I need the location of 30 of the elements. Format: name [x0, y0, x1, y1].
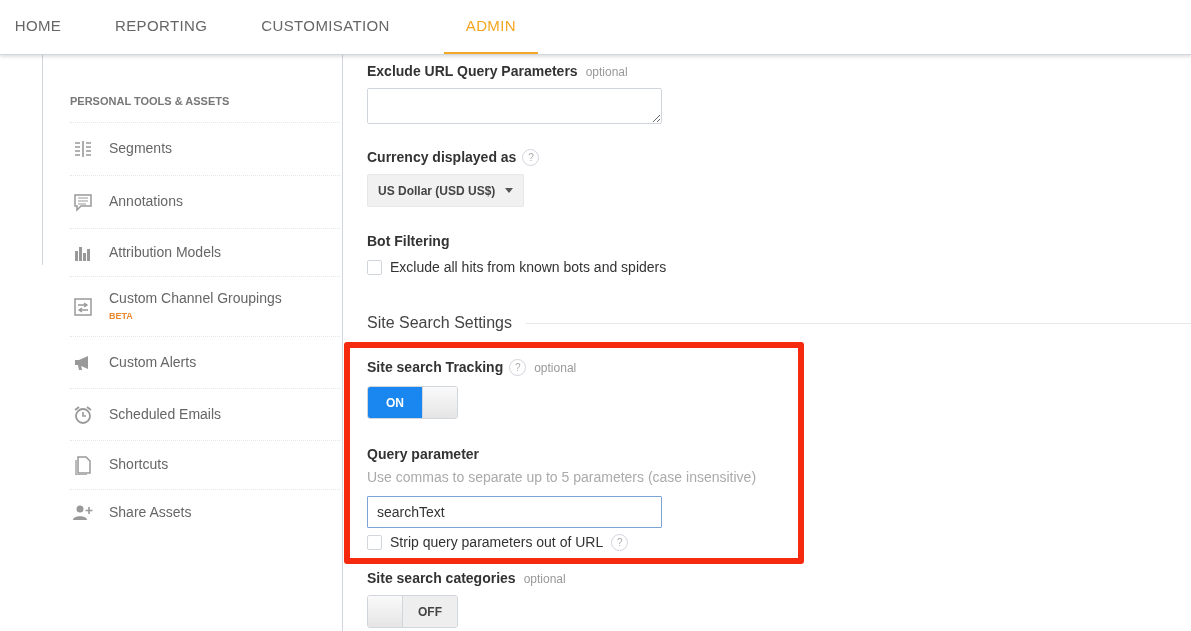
field-label: Currency displayed as	[367, 148, 517, 167]
toggle-switch[interactable]: OFF	[367, 595, 458, 628]
optional-note: optional	[585, 63, 628, 81]
sidebar-link[interactable]: Scheduled Emails	[109, 405, 222, 424]
sidebar-link[interactable]: Annotations	[109, 193, 183, 211]
checkbox-label: Exclude all hits from known bots and spiders	[390, 258, 667, 277]
nav-tab[interactable]: HOME	[15, 0, 61, 54]
field-label: Site search categories	[367, 569, 516, 588]
sidebar-link[interactable]: Custom Channel Groupings	[109, 289, 282, 307]
text-input[interactable]: searchText	[367, 496, 662, 528]
sidebar-heading: PERSONAL TOOLS & ASSETS	[70, 93, 340, 123]
sidebar-link[interactable]: Attribution Models	[109, 243, 222, 262]
section-heading: Site Search Settings	[367, 313, 512, 333]
sidebar-link[interactable]: Custom Alerts	[109, 353, 197, 372]
field-label: Exclude URL Query Parameters	[367, 62, 578, 81]
nav-tab[interactable]: REPORTING	[115, 0, 208, 54]
field-label: Bot Filtering	[367, 232, 450, 251]
nav-tab[interactable]: CUSTOMISATION	[261, 0, 390, 54]
field-label: Query parameter	[367, 445, 480, 464]
hint-text: Use commas to separate up to 5 parameters (case insensitive)	[367, 468, 758, 487]
sidebar-link[interactable]: Segments	[109, 140, 173, 158]
sidebar-link[interactable]: Share Assets	[109, 503, 192, 522]
field-label: Site search Tracking	[367, 358, 504, 377]
sidebar-link[interactable]: Shortcuts	[109, 456, 169, 474]
checkbox-label: Strip query parameters out of URL	[390, 533, 604, 552]
toggle-switch[interactable]: ON	[367, 386, 458, 419]
optional-note: optional	[534, 359, 577, 377]
optional-note: optional	[523, 570, 566, 588]
currency-dropdown[interactable]: US Dollar (USD US$)	[367, 174, 525, 207]
beta-label: BETA	[109, 310, 134, 323]
